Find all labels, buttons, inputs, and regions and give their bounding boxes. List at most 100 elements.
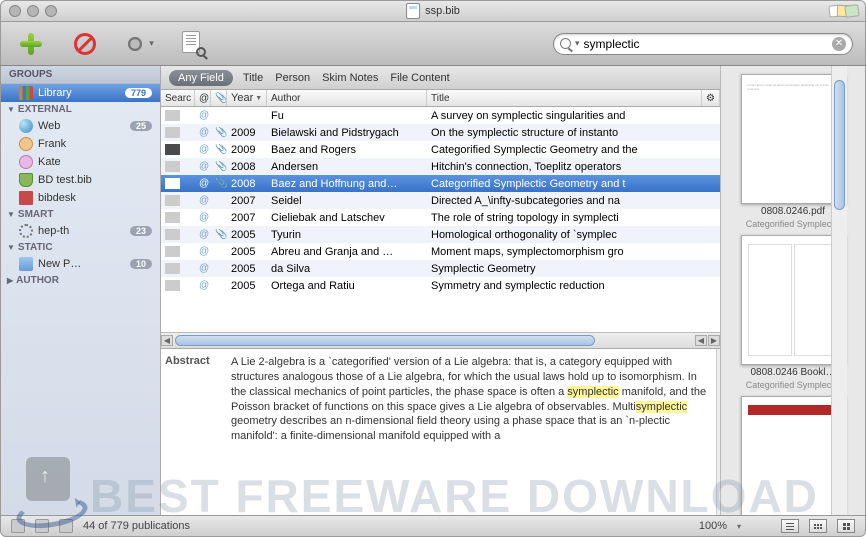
zoom-dropdown-icon[interactable]: ▾ [737, 522, 741, 531]
thumbnail-image [741, 235, 846, 365]
scroll-left-button-2[interactable]: ◀ [695, 335, 707, 346]
col-configure[interactable]: ⚙ [702, 90, 720, 106]
window-controls[interactable] [9, 5, 57, 17]
delete-button[interactable] [67, 30, 103, 58]
sidebar-item-new-p-[interactable]: New P… 10 [1, 255, 160, 273]
library-icon [19, 86, 33, 100]
table-row[interactable]: @2005Ortega and RatiuSymmetry and symple… [161, 277, 720, 294]
publication-count: 44 of 779 publications [83, 520, 190, 532]
view-mode-grid-large[interactable] [837, 519, 855, 533]
sidebar-item-frank[interactable]: Frank [1, 135, 160, 153]
scope-person[interactable]: Person [275, 72, 310, 84]
table-row[interactable]: @2007SeidelDirected A_\infty-subcategori… [161, 192, 720, 209]
sidebar-section-external[interactable]: EXTERNAL [1, 102, 160, 117]
sidebar-item-label: Kate [38, 156, 61, 168]
sidebar-item-bibdesk[interactable]: bibdesk [1, 189, 160, 207]
sidebar-item-label: bibdesk [38, 192, 76, 204]
search-icon [560, 38, 571, 49]
count-badge: 23 [130, 226, 152, 236]
scroll-left-button[interactable]: ◀ [161, 335, 173, 346]
sort-desc-icon: ▼ [255, 95, 262, 102]
sidebar-item-bd-test-bib[interactable]: BD test.bib [1, 171, 160, 189]
window-title: ssp.bib [406, 3, 460, 19]
gear-s-icon [19, 224, 33, 238]
sidebar-item-label: hep-th [38, 225, 69, 237]
layout-button-1[interactable] [11, 519, 25, 533]
clear-search-button[interactable]: ✕ [832, 37, 846, 51]
count-badge: 10 [130, 259, 152, 269]
scope-title[interactable]: Title [243, 72, 263, 84]
col-attachment[interactable]: 📎 [211, 90, 227, 106]
table-row[interactable]: @2005da SilvaSymplectic Geometry [161, 260, 720, 277]
search-input[interactable] [584, 37, 832, 51]
person-o-icon [19, 137, 33, 151]
sidebar-item-library[interactable]: Library 779 [1, 84, 160, 102]
add-button[interactable] [13, 30, 49, 58]
sidebar: GROUPS Library 779 EXTERNALWeb25Frank Kat… [1, 66, 161, 515]
scope-skim-notes[interactable]: Skim Notes [322, 72, 378, 84]
view-mode-list[interactable] [781, 519, 799, 533]
forbid-icon [74, 33, 96, 55]
thumbnail-image: Lorem ipsum dolor sit amet consectetur a… [741, 74, 846, 204]
sidebar-section-smart[interactable]: SMART [1, 207, 160, 222]
status-bar: 44 of 779 publications 100% ▾ [0, 515, 866, 537]
col-title[interactable]: Title [427, 90, 702, 106]
abstract-pane: Abstract A Lie 2-algebra is a `categorif… [161, 348, 720, 515]
table-row[interactable]: @📎2009Bielawski and PidstrygachOn the sy… [161, 124, 720, 141]
toolbar: ▾ ✕ [0, 22, 866, 66]
sidebar-item-web[interactable]: Web25 [1, 117, 160, 135]
table-row[interactable]: @📎2009Baez and RogersCategorified Symple… [161, 141, 720, 158]
db-icon [19, 173, 33, 187]
groups-header: GROUPS [1, 66, 160, 84]
layout-button-3[interactable] [59, 519, 73, 533]
horizontal-scrollbar[interactable]: ◀ ◀ ▶ [161, 332, 720, 348]
preview-scrollbar[interactable] [831, 66, 847, 515]
table-row[interactable]: @📎2005TyurinHomological orthogonality of… [161, 226, 720, 243]
folder-icon [19, 257, 33, 271]
sidebar-item-kate[interactable]: Kate [1, 153, 160, 171]
scrollbar-thumb[interactable] [834, 80, 845, 210]
table-row[interactable]: @📎2008AndersenHitchin's connection, Toep… [161, 158, 720, 175]
search-field[interactable]: ▾ ✕ [553, 33, 853, 55]
file-icon [406, 3, 420, 19]
highlight: symplectic [636, 401, 687, 413]
abstract-label: Abstract [161, 349, 231, 515]
search-scope-dropdown-icon[interactable]: ▾ [575, 38, 580, 49]
count-badge: 779 [125, 88, 152, 98]
scope-file-content[interactable]: File Content [390, 72, 449, 84]
globe-icon [19, 119, 33, 133]
preview-button[interactable] [175, 30, 211, 58]
gear-icon [124, 33, 146, 55]
table-row[interactable]: @2005Abreu and Granja and …Moment maps, … [161, 243, 720, 260]
col-search[interactable]: Searc [161, 90, 195, 106]
main-panel: Any Field Title Person Skim Notes File Cont… [161, 66, 720, 515]
layout-button-2[interactable] [35, 519, 49, 533]
sidebar-section-static[interactable]: STATIC [1, 240, 160, 255]
sidebar-item-hep-th[interactable]: hep-th 23 [1, 222, 160, 240]
table-row[interactable]: @📎2008Baez and Hoffnung and…Categorified… [161, 175, 720, 192]
action-menu-button[interactable] [121, 30, 157, 58]
book-icon [19, 191, 33, 205]
table-row[interactable]: @2007Cieliebak and LatschevThe role of s… [161, 209, 720, 226]
plus-icon [20, 33, 42, 55]
search-scope-bar: Any Field Title Person Skim Notes File Cont… [161, 66, 720, 90]
table-body: @FuA survey on symplectic singularities … [161, 107, 720, 332]
table-row[interactable]: @FuA survey on symplectic singularities … [161, 107, 720, 124]
highlight: symplectic [567, 386, 618, 398]
scrollbar-thumb[interactable] [175, 335, 595, 346]
sidebar-item-label: Library [38, 87, 72, 99]
view-mode-grid-small[interactable] [809, 519, 827, 533]
col-author[interactable]: Author [267, 90, 427, 106]
count-badge: 25 [130, 121, 152, 131]
sidebar-item-label: BD test.bib [38, 174, 92, 186]
col-year[interactable]: Year▼ [227, 90, 267, 106]
sidebar-item-label: New P… [38, 258, 81, 270]
color-tags-icon[interactable] [829, 5, 859, 17]
col-at[interactable]: @ [195, 90, 211, 106]
zoom-level[interactable]: 100% [699, 520, 727, 532]
scroll-right-button[interactable]: ▶ [708, 335, 720, 346]
abstract-text: A Lie 2-algebra is a `categorified' vers… [231, 349, 716, 515]
sidebar-section-author[interactable]: AUTHOR [1, 273, 160, 288]
person-p-icon [19, 155, 33, 169]
scope-any-field[interactable]: Any Field [169, 70, 233, 86]
